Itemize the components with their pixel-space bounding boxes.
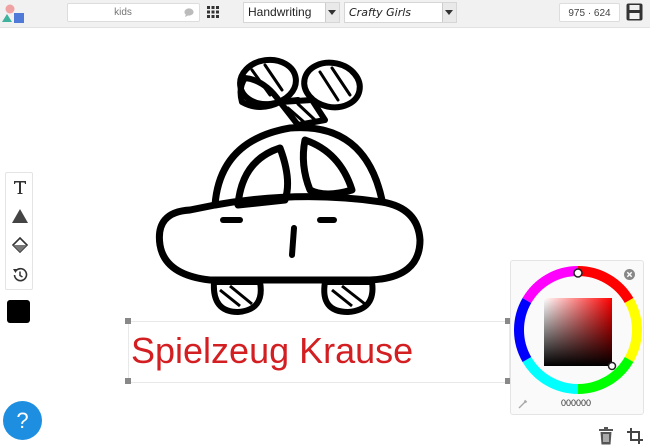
eyedropper-icon[interactable] xyxy=(518,398,529,409)
shape-tool-icon[interactable] xyxy=(10,206,30,226)
speech-bubble-icon[interactable] xyxy=(184,8,194,17)
font-category-select[interactable]: Handwriting xyxy=(243,2,340,23)
trash-icon[interactable] xyxy=(598,427,614,445)
fill-color-swatch[interactable] xyxy=(7,300,30,323)
saturation-handle xyxy=(607,361,617,371)
apps-grid-icon[interactable] xyxy=(207,6,219,18)
top-toolbar: Handwriting Crafty Girls 975 · 624 xyxy=(0,0,650,28)
close-icon[interactable] xyxy=(624,269,635,280)
chevron-down-icon[interactable] xyxy=(442,3,456,22)
canvas-size-readout[interactable]: 975 · 624 xyxy=(559,3,620,22)
color-picker-panel: 000000 xyxy=(510,260,644,415)
fill-bucket-icon[interactable] xyxy=(10,235,30,255)
crop-icon[interactable] xyxy=(627,428,643,444)
font-name-select[interactable]: Crafty Girls xyxy=(344,2,457,23)
text-tool-icon[interactable] xyxy=(10,177,30,197)
font-category-value: Handwriting xyxy=(248,5,312,19)
canvas-text-layer[interactable]: Spielzeug Krause xyxy=(131,323,491,379)
help-button[interactable]: ? xyxy=(3,401,42,440)
search-box[interactable] xyxy=(67,3,200,22)
font-name-value: Crafty Girls xyxy=(349,6,412,19)
left-toolbar xyxy=(5,172,33,290)
app-logo-icon[interactable] xyxy=(2,2,28,26)
search-input[interactable] xyxy=(68,4,178,21)
save-icon[interactable] xyxy=(626,3,643,21)
color-wheel[interactable] xyxy=(514,266,642,394)
hex-color-value[interactable]: 000000 xyxy=(551,398,601,408)
history-icon[interactable] xyxy=(10,265,30,285)
hue-handle xyxy=(573,268,583,278)
chevron-down-icon[interactable] xyxy=(325,3,339,22)
